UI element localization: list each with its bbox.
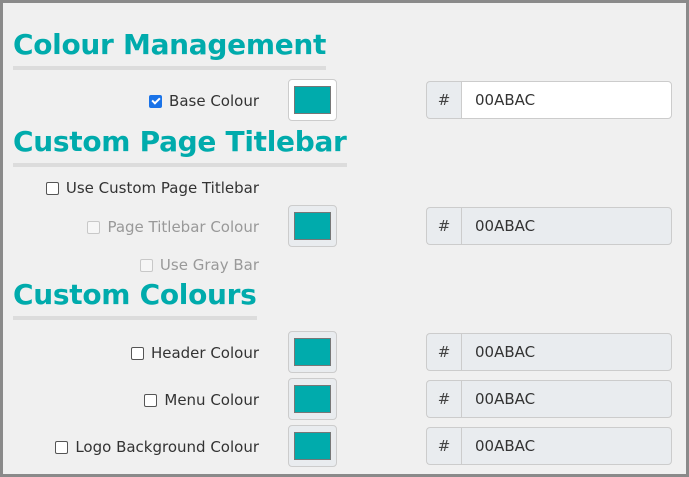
section-title-custom-page-titlebar: Custom Page Titlebar xyxy=(13,125,347,167)
menu-colour-swatch xyxy=(294,385,331,413)
use-custom-titlebar-row: Use Custom Page Titlebar xyxy=(0,166,689,210)
page-titlebar-colour-hex-group: # 00ABAC xyxy=(426,207,672,245)
logo-background-colour-label[interactable]: Logo Background Colour xyxy=(55,425,259,469)
header-colour-text: Header Colour xyxy=(150,344,259,362)
base-colour-row: Base Colour # 00ABAC xyxy=(0,79,689,123)
use-custom-titlebar-text: Use Custom Page Titlebar xyxy=(65,179,259,197)
use-gray-bar-text: Use Gray Bar xyxy=(159,256,259,274)
hash-prefix: # xyxy=(426,81,461,119)
logo-background-colour-row: Logo Background Colour # 00ABAC xyxy=(0,425,689,469)
hash-prefix: # xyxy=(426,380,461,418)
use-custom-titlebar-checkbox[interactable] xyxy=(45,181,59,195)
base-colour-text: Base Colour xyxy=(169,92,259,110)
menu-colour-hex-group: # 00ABAC xyxy=(426,380,672,418)
logo-background-colour-text: Logo Background Colour xyxy=(75,438,259,456)
header-colour-row: Header Colour # 00ABAC xyxy=(0,331,689,375)
base-colour-checkbox[interactable] xyxy=(149,94,163,108)
header-colour-label[interactable]: Header Colour xyxy=(130,331,259,375)
logo-background-colour-swatch xyxy=(294,432,331,460)
menu-colour-label[interactable]: Menu Colour xyxy=(144,378,259,422)
base-colour-label[interactable]: Base Colour xyxy=(149,79,259,123)
hash-prefix: # xyxy=(426,207,461,245)
logo-background-colour-checkbox[interactable] xyxy=(55,440,69,454)
page-titlebar-colour-checkbox xyxy=(87,220,101,234)
hash-prefix: # xyxy=(426,333,461,371)
menu-colour-checkbox[interactable] xyxy=(144,393,158,407)
hash-prefix: # xyxy=(426,427,461,465)
menu-colour-picker[interactable] xyxy=(288,378,337,420)
logo-background-colour-hex-input[interactable]: 00ABAC xyxy=(461,427,672,465)
section-title-custom-colours: Custom Colours xyxy=(13,278,257,320)
logo-background-colour-hex-group: # 00ABAC xyxy=(426,427,672,465)
page-titlebar-colour-hex-input: 00ABAC xyxy=(461,207,672,245)
menu-colour-hex-input[interactable]: 00ABAC xyxy=(461,380,672,418)
page-titlebar-colour-swatch xyxy=(294,212,331,240)
base-colour-swatch xyxy=(294,86,331,114)
logo-background-colour-picker[interactable] xyxy=(288,425,337,467)
header-colour-hex-group: # 00ABAC xyxy=(426,333,672,371)
base-colour-hex-input[interactable]: 00ABAC xyxy=(461,81,672,119)
menu-colour-row: Menu Colour # 00ABAC xyxy=(0,378,689,422)
header-colour-picker[interactable] xyxy=(288,331,337,373)
header-colour-swatch xyxy=(294,338,331,366)
page-titlebar-colour-picker xyxy=(288,205,337,247)
base-colour-hex-group: # 00ABAC xyxy=(426,81,672,119)
use-custom-titlebar-label[interactable]: Use Custom Page Titlebar xyxy=(45,166,259,210)
header-colour-checkbox[interactable] xyxy=(130,346,144,360)
use-gray-bar-checkbox xyxy=(139,258,153,272)
menu-colour-text: Menu Colour xyxy=(164,391,259,409)
header-colour-hex-input[interactable]: 00ABAC xyxy=(461,333,672,371)
base-colour-picker[interactable] xyxy=(288,79,337,121)
page-titlebar-colour-text: Page Titlebar Colour xyxy=(107,218,259,236)
section-title-colour-management: Colour Management xyxy=(13,28,326,70)
